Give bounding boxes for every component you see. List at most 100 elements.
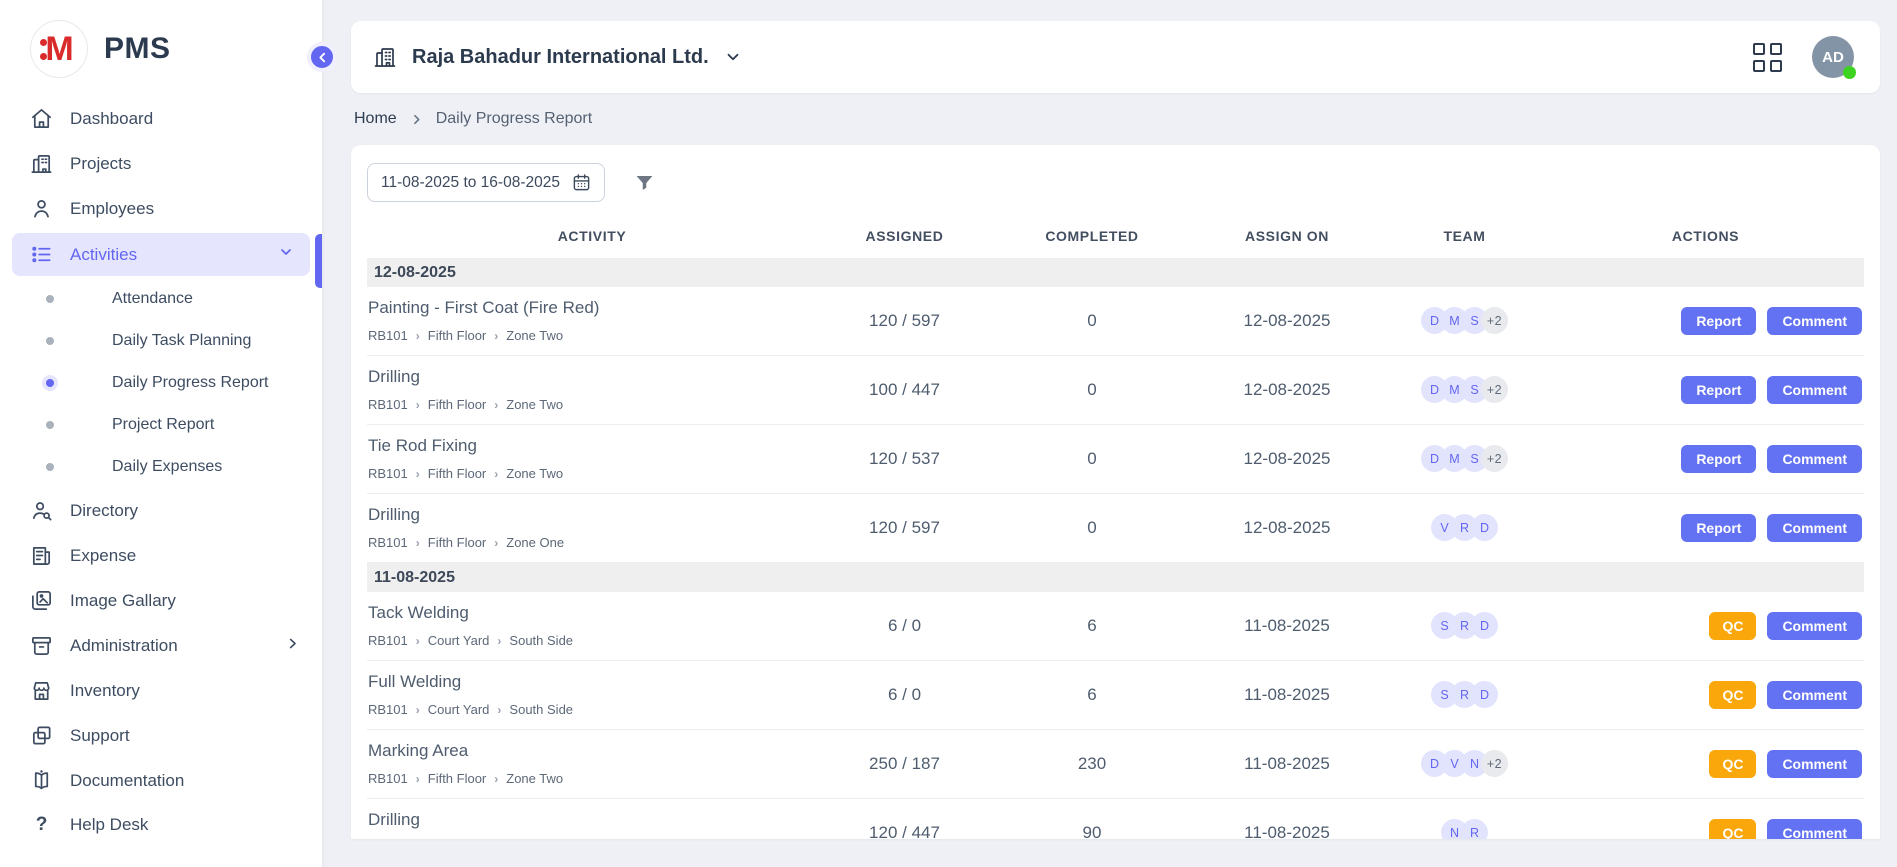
calendar-icon: [572, 173, 591, 192]
comment-button[interactable]: Comment: [1767, 445, 1862, 473]
logo-letter: M: [45, 30, 72, 69]
comment-button[interactable]: Comment: [1767, 307, 1862, 335]
comment-button[interactable]: Comment: [1767, 612, 1862, 640]
qc-button[interactable]: QC: [1709, 612, 1756, 640]
sidebar-item-label: Employees: [70, 199, 154, 219]
bullet-dot-icon: [46, 337, 54, 345]
activity-location-path: RB101›Fifth Floor›Zone Two: [368, 466, 817, 481]
sidebar-item-projects[interactable]: Projects: [0, 141, 322, 186]
column-header-actions: ACTIONS: [1547, 228, 1864, 244]
sidebar-item-label: Administration: [70, 636, 178, 656]
comment-button[interactable]: Comment: [1767, 376, 1862, 404]
sidebar-collapse-button[interactable]: [307, 42, 337, 72]
activity-location-path: RB101›Fifth Floor›Zone Two: [368, 397, 817, 412]
comment-button[interactable]: Comment: [1767, 819, 1862, 840]
date-group-header: 12-08-2025: [367, 258, 1864, 287]
chevron-right-icon: ›: [416, 398, 420, 412]
filter-funnel-icon[interactable]: [634, 172, 655, 193]
chevron-right-icon: ›: [494, 329, 498, 343]
assign-on-value: 12-08-2025: [1192, 311, 1382, 331]
completed-value: 0: [992, 518, 1192, 538]
activity-title: Drilling: [368, 367, 817, 387]
app-name: PMS: [104, 32, 171, 66]
comment-button[interactable]: Comment: [1767, 514, 1862, 542]
activity-cell: Drilling RB101›Fifth Floor›Zone Two: [367, 810, 817, 839]
apps-grid-icon[interactable]: [1753, 43, 1782, 72]
assigned-value: 6 / 0: [817, 616, 992, 636]
report-button[interactable]: Report: [1681, 445, 1756, 473]
report-button[interactable]: Report: [1681, 376, 1756, 404]
sidebar-subitem-daily-progress-report[interactable]: Daily Progress Report: [0, 362, 322, 404]
main-content: Raja Bahadur International Ltd. AD Home …: [322, 0, 1897, 867]
sidebar-item-activities[interactable]: Activities: [12, 233, 310, 276]
sidebar-item-label: Directory: [70, 501, 138, 521]
team-extra-count: +2: [1481, 307, 1508, 334]
avatar-initials: AD: [1822, 49, 1844, 66]
completed-value: 6: [992, 685, 1192, 705]
row-actions: QC Comment: [1547, 681, 1864, 709]
row-actions: Report Comment: [1547, 445, 1864, 473]
table-row: Drilling RB101›Fifth Floor›Zone Two 100 …: [367, 356, 1864, 425]
table-row: Painting - First Coat (Fire Red) RB101›F…: [367, 287, 1864, 356]
home-icon: [30, 107, 53, 130]
comment-button[interactable]: Comment: [1767, 750, 1862, 778]
breadcrumb-home[interactable]: Home: [354, 110, 397, 128]
sidebar-item-help-desk[interactable]: ?Help Desk: [0, 803, 322, 847]
sidebar-item-administration[interactable]: Administration: [0, 623, 322, 668]
table-row: Drilling RB101›Fifth Floor›Zone Two 120 …: [367, 799, 1864, 839]
sidebar-item-label: Projects: [70, 154, 131, 174]
sidebar-item-image-gallary[interactable]: Image Gallary: [0, 578, 322, 623]
date-range-input[interactable]: 11-08-2025 to 16-08-2025: [367, 163, 605, 202]
sidebar-subitem-attendance[interactable]: Attendance: [0, 278, 322, 320]
comment-button[interactable]: Comment: [1767, 681, 1862, 709]
qc-button[interactable]: QC: [1709, 819, 1756, 840]
logo-circuit-dot: [40, 53, 47, 60]
column-header-assigned: ASSIGNED: [817, 228, 992, 244]
date-range-value: 11-08-2025 to 16-08-2025: [381, 174, 560, 192]
sidebar-item-label: Help Desk: [70, 815, 148, 835]
assigned-value: 120 / 597: [817, 518, 992, 538]
date-group-header: 11-08-2025: [367, 563, 1864, 592]
activity-cell: Painting - First Coat (Fire Red) RB101›F…: [367, 298, 817, 343]
team-avatars: VRD: [1382, 514, 1547, 541]
sidebar-item-employees[interactable]: Employees: [0, 186, 322, 231]
report-button[interactable]: Report: [1681, 307, 1756, 335]
sidebar-subitem-daily-task-planning[interactable]: Daily Task Planning: [0, 320, 322, 362]
column-header-assign-on: ASSIGN ON: [1192, 228, 1382, 244]
filter-row: 11-08-2025 to 16-08-2025: [367, 163, 1864, 202]
brand-logo-row: M PMS: [0, 0, 322, 96]
topbar: Raja Bahadur International Ltd. AD: [351, 21, 1880, 93]
image-gallery-icon: [30, 589, 53, 612]
sidebar-item-expense[interactable]: Expense: [0, 533, 322, 578]
support-icon: [30, 724, 53, 747]
activity-cell: Tie Rod Fixing RB101›Fifth Floor›Zone Tw…: [367, 436, 817, 481]
user-avatar[interactable]: AD: [1812, 36, 1854, 78]
sidebar-subitem-label: Project Report: [112, 416, 214, 434]
team-avatars: DMS+2: [1382, 445, 1547, 472]
activity-title: Full Welding: [368, 672, 817, 692]
team-avatars: NR: [1382, 819, 1547, 839]
sidebar-item-documentation[interactable]: Documentation: [0, 758, 322, 803]
qc-button[interactable]: QC: [1709, 750, 1756, 778]
team-member-avatar: D: [1471, 612, 1498, 639]
bullet-dot-icon: [46, 379, 54, 387]
chevron-right-icon: ›: [494, 536, 498, 550]
row-actions: QC Comment: [1547, 750, 1864, 778]
team-avatars: DMS+2: [1382, 307, 1547, 334]
table-header-row: ACTIVITYASSIGNEDCOMPLETEDASSIGN ONTEAMAC…: [367, 228, 1864, 258]
activity-title: Marking Area: [368, 741, 817, 761]
sidebar-subitem-daily-expenses[interactable]: Daily Expenses: [0, 446, 322, 488]
company-selector[interactable]: Raja Bahadur International Ltd.: [373, 45, 742, 69]
sidebar-item-support[interactable]: Support: [0, 713, 322, 758]
activity-location-path: RB101›Fifth Floor›Zone Two: [368, 771, 817, 786]
chevron-right-icon: ›: [416, 634, 420, 648]
report-button[interactable]: Report: [1681, 514, 1756, 542]
qc-button[interactable]: QC: [1709, 681, 1756, 709]
chevron-right-icon: ›: [494, 398, 498, 412]
sidebar-subitem-project-report[interactable]: Project Report: [0, 404, 322, 446]
sidebar-item-inventory[interactable]: Inventory: [0, 668, 322, 713]
administration-icon: [30, 634, 53, 657]
activity-location-path: RB101›Fifth Floor›Zone Two: [368, 328, 817, 343]
sidebar-item-dashboard[interactable]: Dashboard: [0, 96, 322, 141]
sidebar-item-directory[interactable]: Directory: [0, 488, 322, 533]
